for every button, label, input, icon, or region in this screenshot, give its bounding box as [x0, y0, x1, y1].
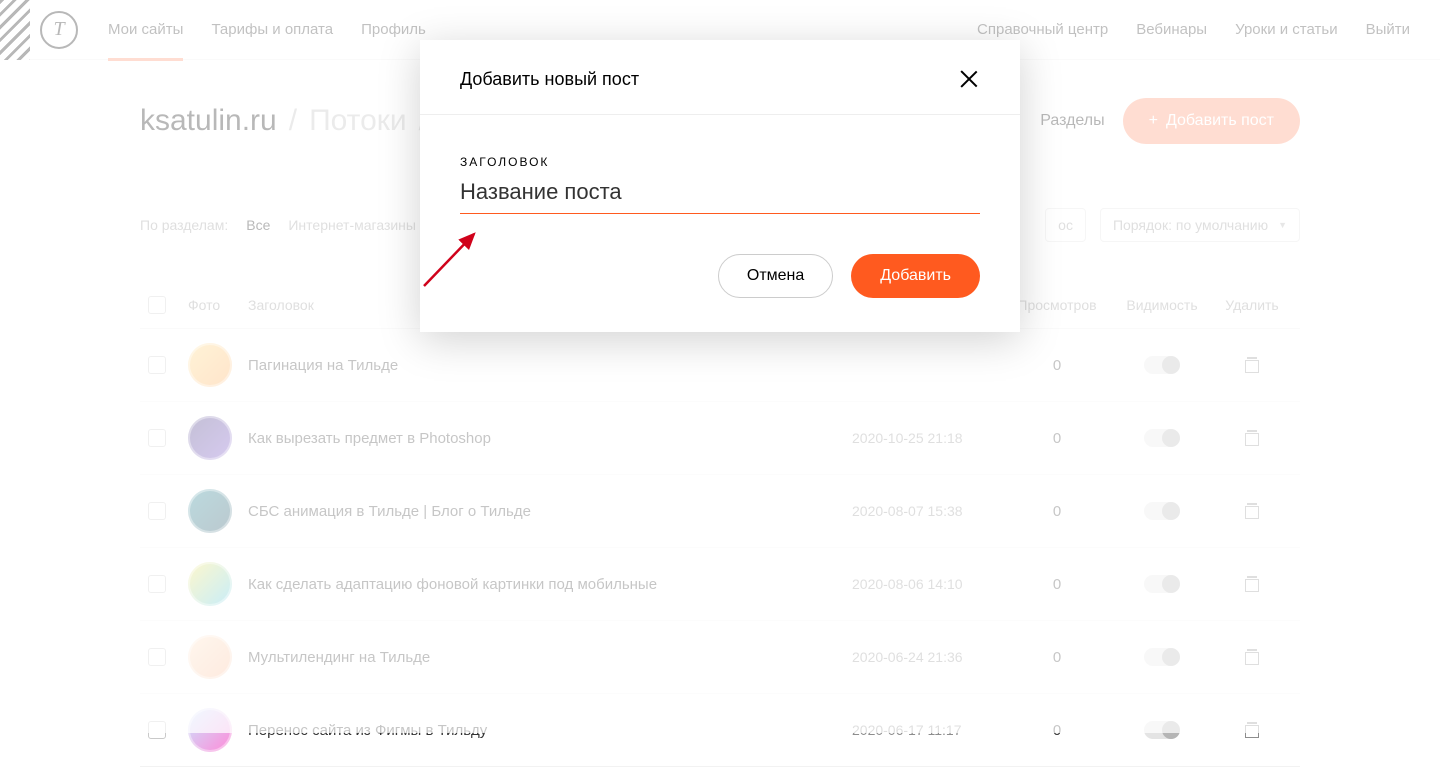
close-icon[interactable]: [958, 68, 980, 90]
modal-actions: Отмена Добавить: [460, 254, 980, 298]
title-field-label: ЗАГОЛОВОК: [460, 155, 980, 169]
modal-header: Добавить новый пост: [420, 40, 1020, 115]
cancel-button[interactable]: Отмена: [718, 254, 833, 298]
modal-title: Добавить новый пост: [460, 69, 639, 90]
modal-body: ЗАГОЛОВОК Отмена Добавить: [420, 115, 1020, 332]
add-post-modal: Добавить новый пост ЗАГОЛОВОК Отмена Доб…: [420, 40, 1020, 332]
submit-button[interactable]: Добавить: [851, 254, 980, 298]
post-title-input[interactable]: [460, 169, 980, 214]
